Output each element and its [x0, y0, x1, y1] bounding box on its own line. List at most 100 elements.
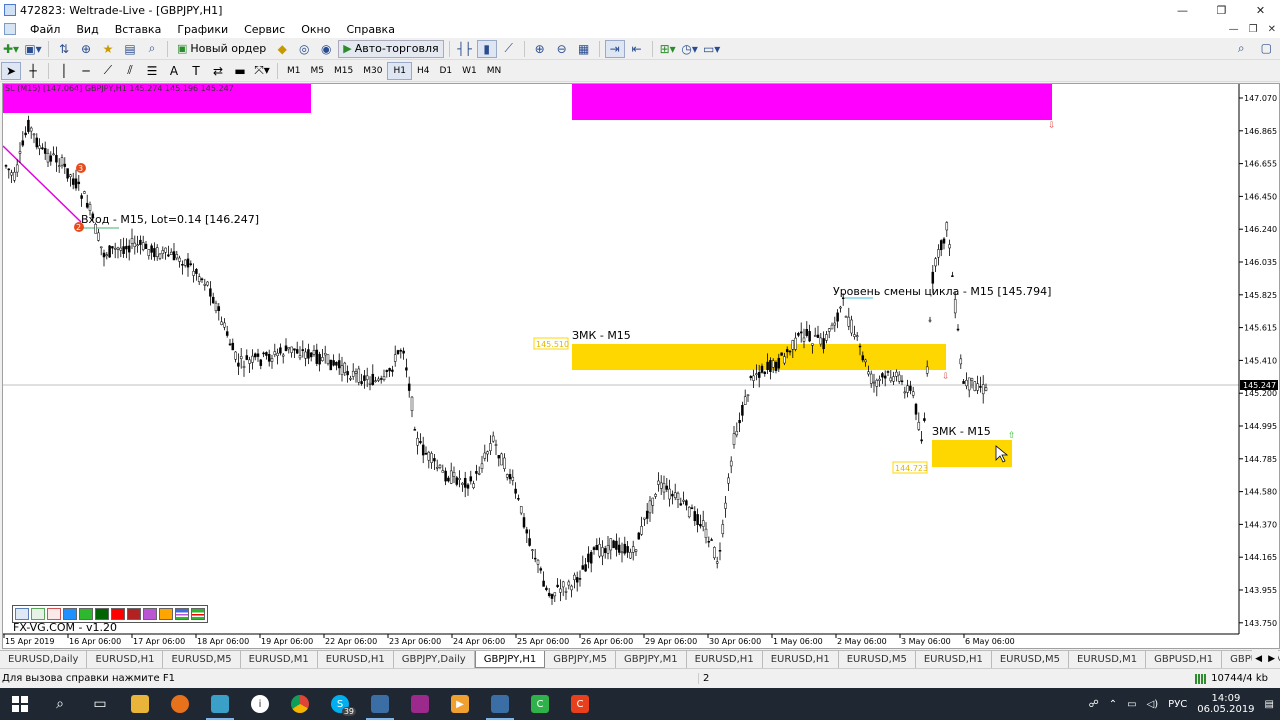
- palette-swatch[interactable]: [63, 608, 77, 620]
- menu-insert[interactable]: Вставка: [107, 23, 170, 36]
- palette-swatch[interactable]: [15, 608, 29, 620]
- market-watch-icon[interactable]: ⇅: [54, 40, 74, 58]
- tab-scroll-left-icon[interactable]: ◀: [1255, 654, 1262, 664]
- menu-file[interactable]: Файл: [22, 23, 68, 36]
- tf-m5-button[interactable]: M5: [306, 62, 330, 80]
- chart-tab[interactable]: EURUSD,M5: [992, 651, 1069, 668]
- autotrading-button[interactable]: ▶ Авто-торговля: [338, 39, 444, 58]
- chart-doc-icon[interactable]: [4, 23, 16, 35]
- chart-shift-icon[interactable]: ⇤: [627, 40, 647, 58]
- chart-tab[interactable]: EURUSD,M1: [1069, 651, 1147, 668]
- chart-canvas[interactable]: 145.510 144.723 3 2 ⇩ ⇩ ⇧ 147.070146.865…: [3, 84, 1279, 648]
- terminal-icon[interactable]: ▤: [120, 40, 140, 58]
- chart-tab[interactable]: GBPJPY,Daily: [394, 651, 475, 668]
- chat-icon[interactable]: ▢: [1261, 41, 1272, 56]
- palette-swatch[interactable]: [47, 608, 61, 620]
- chart-tab[interactable]: EURUSD,M1: [241, 651, 318, 668]
- app-terminal-icon[interactable]: [200, 688, 240, 720]
- tile-windows-icon[interactable]: ▦: [574, 40, 594, 58]
- start-button[interactable]: [0, 688, 40, 720]
- chart-tab[interactable]: EURUSD,H1: [763, 651, 839, 668]
- trendline-icon[interactable]: ⟋: [98, 62, 118, 80]
- connection-status[interactable]: 10744/4 kb: [1195, 673, 1268, 684]
- palette-swatch[interactable]: [127, 608, 141, 620]
- chart-tab[interactable]: EURUSD,M5: [839, 651, 916, 668]
- palette-swatch[interactable]: [95, 608, 109, 620]
- chart-tab[interactable]: GBPJPY,H1: [474, 651, 546, 668]
- zoom-out-icon[interactable]: ⊖: [552, 40, 572, 58]
- text-icon[interactable]: A: [164, 62, 184, 80]
- chart-tab[interactable]: GBPUSD,H1: [1146, 651, 1223, 668]
- indicators-icon[interactable]: ⊞▾: [658, 40, 678, 58]
- info-icon[interactable]: i: [240, 688, 280, 720]
- navigator-icon[interactable]: ★: [98, 40, 118, 58]
- app-red-icon[interactable]: C: [560, 688, 600, 720]
- tf-h4-button[interactable]: H4: [412, 62, 435, 80]
- skype-icon[interactable]: S 39: [320, 688, 360, 720]
- new-chart-icon[interactable]: ✚▾: [1, 40, 21, 58]
- templates-icon[interactable]: ▭▾: [702, 40, 722, 58]
- mt4-second-icon[interactable]: [480, 688, 520, 720]
- media-icon[interactable]: ▶: [440, 688, 480, 720]
- chart-tab[interactable]: EURUSD,H1: [318, 651, 394, 668]
- candle-chart-icon[interactable]: ▮: [476, 39, 497, 58]
- crosshair-icon[interactable]: ┼: [23, 62, 43, 80]
- app-green-icon[interactable]: C: [520, 688, 560, 720]
- tf-h1-button[interactable]: H1: [387, 61, 412, 80]
- fibonacci-icon[interactable]: ☰: [142, 62, 162, 80]
- more-objects-icon[interactable]: ⤧▾: [252, 62, 272, 80]
- chart-tab[interactable]: EURUSD,H1: [916, 651, 992, 668]
- app-jp-icon[interactable]: [400, 688, 440, 720]
- shapes-icon[interactable]: ▬: [230, 62, 250, 80]
- volume-icon[interactable]: ◁): [1147, 699, 1159, 710]
- profiles-icon[interactable]: ▣▾: [23, 40, 43, 58]
- menu-window[interactable]: Окно: [293, 23, 338, 36]
- menu-tools[interactable]: Сервис: [236, 23, 293, 36]
- palette-swatch[interactable]: [175, 608, 189, 620]
- menu-view[interactable]: Вид: [68, 23, 106, 36]
- chart-tab[interactable]: EURUSD,M5: [163, 651, 241, 668]
- chart-tab[interactable]: EURUSD,H1: [87, 651, 164, 668]
- palette-swatch[interactable]: [143, 608, 157, 620]
- language-indicator[interactable]: РУС: [1168, 699, 1187, 710]
- chart-tab[interactable]: GBPJPY,M1: [616, 651, 687, 668]
- palette-swatch[interactable]: [191, 608, 205, 620]
- tf-m1-button[interactable]: M1: [282, 62, 306, 80]
- chrome-icon[interactable]: [280, 688, 320, 720]
- strategy-tester-icon[interactable]: ⌕: [142, 40, 162, 58]
- tf-m30-button[interactable]: M30: [358, 62, 387, 80]
- tab-scroll-right-icon[interactable]: ▶: [1268, 654, 1275, 664]
- line-chart-icon[interactable]: ⟋: [499, 40, 519, 58]
- vertical-line-icon[interactable]: │: [54, 62, 74, 80]
- chart-tab[interactable]: GBPJPY,M5: [545, 651, 616, 668]
- mdi-close-icon[interactable]: ✕: [1268, 24, 1276, 35]
- palette-swatch[interactable]: [159, 608, 173, 620]
- people-icon[interactable]: ☍: [1089, 699, 1099, 710]
- signals-icon[interactable]: ◎: [294, 40, 314, 58]
- chart-tab[interactable]: EURUSD,Daily: [0, 651, 88, 668]
- price-chart[interactable]: 145.510 144.723 3 2 ⇩ ⇩ ⇧ 147.070 146.865…: [2, 83, 1280, 649]
- horizontal-line-icon[interactable]: ─: [76, 62, 96, 80]
- palette-swatch[interactable]: [31, 608, 45, 620]
- mdi-restore-icon[interactable]: ❐: [1249, 24, 1258, 35]
- chart-tab[interactable]: EURUSD,H1: [687, 651, 763, 668]
- mdi-minimize-icon[interactable]: —: [1229, 24, 1239, 35]
- minimize-button[interactable]: —: [1163, 0, 1202, 20]
- cursor-icon[interactable]: ➤: [1, 61, 21, 80]
- app-orange-icon[interactable]: [160, 688, 200, 720]
- palette-swatch[interactable]: [111, 608, 125, 620]
- periods-icon[interactable]: ◷▾: [680, 40, 700, 58]
- text-label-icon[interactable]: T: [186, 62, 206, 80]
- menu-charts[interactable]: Графики: [169, 23, 236, 36]
- search-taskbar-icon[interactable]: ⌕: [40, 688, 80, 720]
- equidistant-channel-icon[interactable]: ⫽: [120, 62, 140, 80]
- new-order-button[interactable]: ▣ Новый ордер: [173, 40, 270, 58]
- file-explorer-icon[interactable]: [120, 688, 160, 720]
- network-icon[interactable]: ▭: [1127, 699, 1136, 710]
- arrows-icon[interactable]: ⇄: [208, 62, 228, 80]
- metaeditor-icon[interactable]: ◆: [272, 40, 292, 58]
- palette-swatch[interactable]: [79, 608, 93, 620]
- tf-m15-button[interactable]: M15: [329, 62, 358, 80]
- tf-d1-button[interactable]: D1: [434, 62, 457, 80]
- clock[interactable]: 14:09 06.05.2019: [1197, 693, 1254, 715]
